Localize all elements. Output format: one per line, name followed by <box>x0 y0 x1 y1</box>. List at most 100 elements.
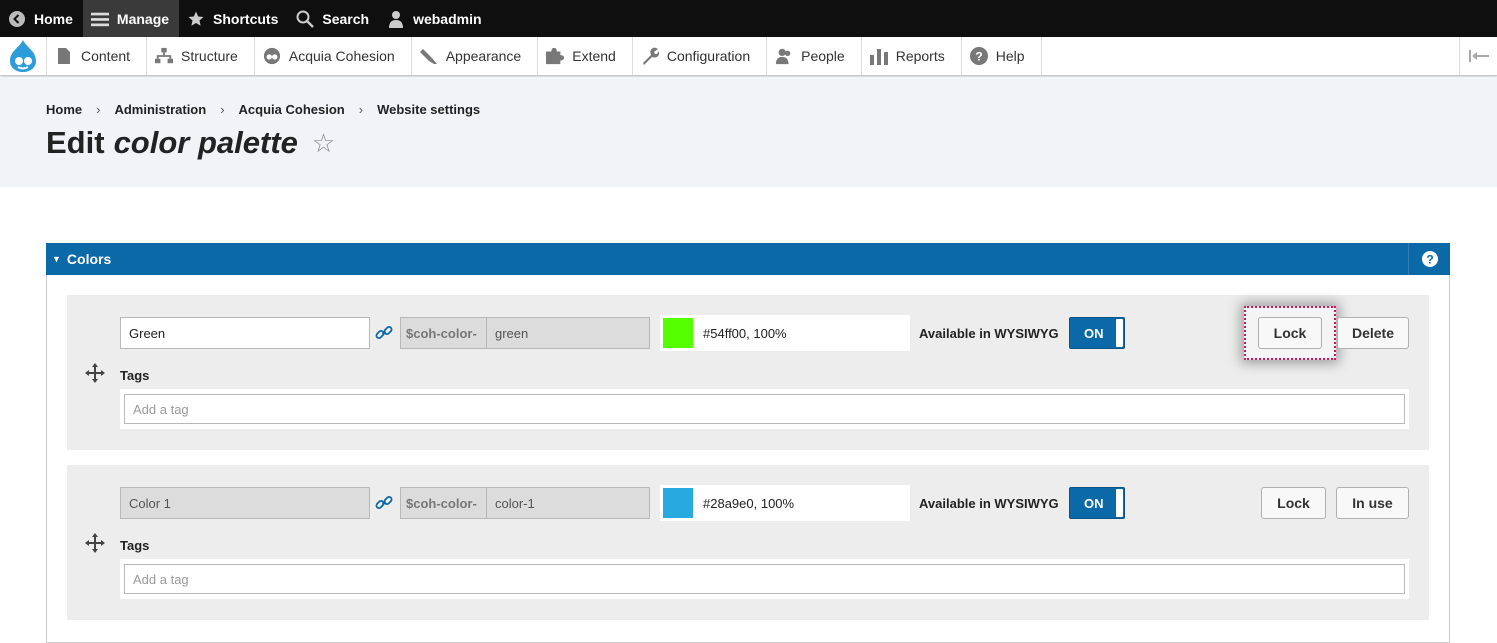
toolbar-user-label: webadmin <box>413 10 482 27</box>
help-circle-icon: ? <box>1421 251 1438 267</box>
cohesion-icon <box>263 47 281 65</box>
variable-prefix: $coh-color- <box>401 318 487 348</box>
color-swatch <box>663 318 693 348</box>
color-name-input[interactable] <box>120 317 370 349</box>
tags-container <box>120 389 1409 429</box>
menu-item-help[interactable]: ? Help <box>962 37 1042 75</box>
lock-button[interactable]: Lock <box>1258 317 1322 349</box>
menu-item-structure[interactable]: Structure <box>147 37 255 75</box>
toggle-state: ON <box>1084 326 1104 341</box>
tray-orientation-toggle[interactable] <box>1459 37 1497 75</box>
menu-item-label: Content <box>81 48 131 64</box>
menu-item-label: Acquia Cohesion <box>288 48 395 64</box>
menu-item-label: Help <box>995 48 1025 64</box>
drupal-drop-icon <box>10 40 36 72</box>
admin-menu-tray: Content Structure Acquia Cohesion Appear… <box>0 37 1497 76</box>
tags-input[interactable] <box>124 394 1405 424</box>
toolbar-manage-label: Manage <box>116 10 170 27</box>
menu-item-label: Configuration <box>666 48 751 64</box>
delete-button[interactable]: Delete <box>1337 317 1409 349</box>
help-circle-icon: ? <box>969 47 988 65</box>
link-chain-icon[interactable] <box>375 324 393 342</box>
menu-item-label: People <box>801 48 845 64</box>
menu-item-label: Structure <box>181 48 238 64</box>
breadcrumb-home[interactable]: Home <box>46 102 82 117</box>
variable-prefix: $coh-color- <box>401 488 487 518</box>
color-value: #28a9e0, 100% <box>703 495 795 511</box>
breadcrumb-separator: › <box>358 102 364 117</box>
page-title: Edit color palette ☆ <box>46 125 335 161</box>
menu-item-people[interactable]: People <box>767 37 862 75</box>
svg-text:?: ? <box>975 50 982 64</box>
help-button[interactable]: ? <box>1408 243 1450 275</box>
menu-item-content[interactable]: Content <box>47 37 148 75</box>
toolbar-user-tab[interactable]: webadmin <box>379 0 491 37</box>
color-swatch <box>663 488 693 518</box>
toolbar-search-tab[interactable]: Search <box>288 0 379 37</box>
in-use-button[interactable]: In use <box>1336 487 1409 519</box>
colors-panel-header[interactable]: ▼ Colors ? <box>46 243 1450 275</box>
star-icon <box>187 10 205 28</box>
wysiwyg-label: Available in WYSIWYG <box>919 496 1059 511</box>
color-name-input[interactable] <box>120 487 370 519</box>
tags-container <box>120 559 1409 599</box>
drag-handle-icon[interactable] <box>85 363 105 383</box>
wysiwyg-label: Available in WYSIWYG <box>919 326 1059 341</box>
variable-name-field: $coh-color- color-1 <box>400 487 650 519</box>
collapse-caret-icon: ▼ <box>52 254 61 264</box>
toolbar-search-label: Search <box>322 10 370 27</box>
wysiwyg-toggle[interactable]: ON <box>1069 487 1125 519</box>
bar-chart-icon <box>869 47 888 65</box>
page-title-plain: Edit <box>46 125 105 160</box>
page-header: Home › Administration › Acquia Cohesion … <box>0 77 1497 187</box>
admin-toolbar: Home Manage Shortcuts Search webadmin <box>0 0 1497 37</box>
tags-label: Tags <box>120 538 150 553</box>
menu-item-configuration[interactable]: Configuration <box>633 37 768 75</box>
breadcrumb-website-settings[interactable]: Website settings <box>377 102 480 117</box>
breadcrumb-administration[interactable]: Administration <box>114 102 206 117</box>
color-value: #54ff00, 100% <box>703 325 787 341</box>
variable-suffix: green <box>495 325 529 341</box>
breadcrumb-separator: › <box>220 102 225 117</box>
breadcrumb: Home › Administration › Acquia Cohesion … <box>46 102 480 117</box>
variable-name-field: $coh-color- green <box>400 317 650 349</box>
color-row: $coh-color- color-1 #28a9e0, 100% Availa… <box>67 465 1429 620</box>
toolbar-home-link[interactable]: Home <box>0 0 83 37</box>
search-icon <box>296 10 315 28</box>
add-shortcut-star-icon[interactable]: ☆ <box>312 128 335 159</box>
menu-item-reports[interactable]: Reports <box>862 37 962 75</box>
brush-icon <box>419 47 438 65</box>
toolbar-home-label: Home <box>34 10 73 27</box>
menu-item-label: Appearance <box>445 48 522 64</box>
svg-text:?: ? <box>1426 253 1433 267</box>
page-title-italic: color palette <box>113 125 298 160</box>
toolbar-shortcuts-label: Shortcuts <box>213 10 279 27</box>
user-icon <box>387 10 405 28</box>
sitemap-icon <box>155 47 174 65</box>
menu-item-label: Extend <box>572 48 616 64</box>
document-icon <box>55 47 73 65</box>
breadcrumb-acquia-cohesion[interactable]: Acquia Cohesion <box>239 102 345 117</box>
breadcrumb-separator: › <box>96 102 101 117</box>
colors-panel-title: Colors <box>66 251 112 267</box>
puzzle-icon <box>546 47 565 65</box>
toolbar-manage-tab[interactable]: Manage <box>82 0 180 37</box>
toggle-knob <box>1116 319 1123 347</box>
menu-item-acquia-cohesion[interactable]: Acquia Cohesion <box>255 37 412 75</box>
drupal-logo[interactable] <box>0 37 47 75</box>
link-chain-icon[interactable] <box>375 494 393 512</box>
tags-input[interactable] <box>124 564 1405 594</box>
menu-item-appearance[interactable]: Appearance <box>412 37 539 75</box>
collapse-arrow-icon <box>1468 50 1489 62</box>
wysiwyg-toggle[interactable]: ON <box>1069 317 1125 349</box>
variable-suffix: color-1 <box>495 495 535 511</box>
toolbar-shortcuts-tab[interactable]: Shortcuts <box>179 0 288 37</box>
people-icon <box>775 47 793 65</box>
menu-item-label: Reports <box>895 48 945 64</box>
drag-handle-icon[interactable] <box>85 533 105 553</box>
color-picker[interactable]: #28a9e0, 100% <box>660 485 910 521</box>
menu-item-extend[interactable]: Extend <box>538 37 633 75</box>
tags-label: Tags <box>120 368 150 383</box>
color-picker[interactable]: #54ff00, 100% <box>660 315 910 351</box>
lock-button[interactable]: Lock <box>1261 487 1326 519</box>
